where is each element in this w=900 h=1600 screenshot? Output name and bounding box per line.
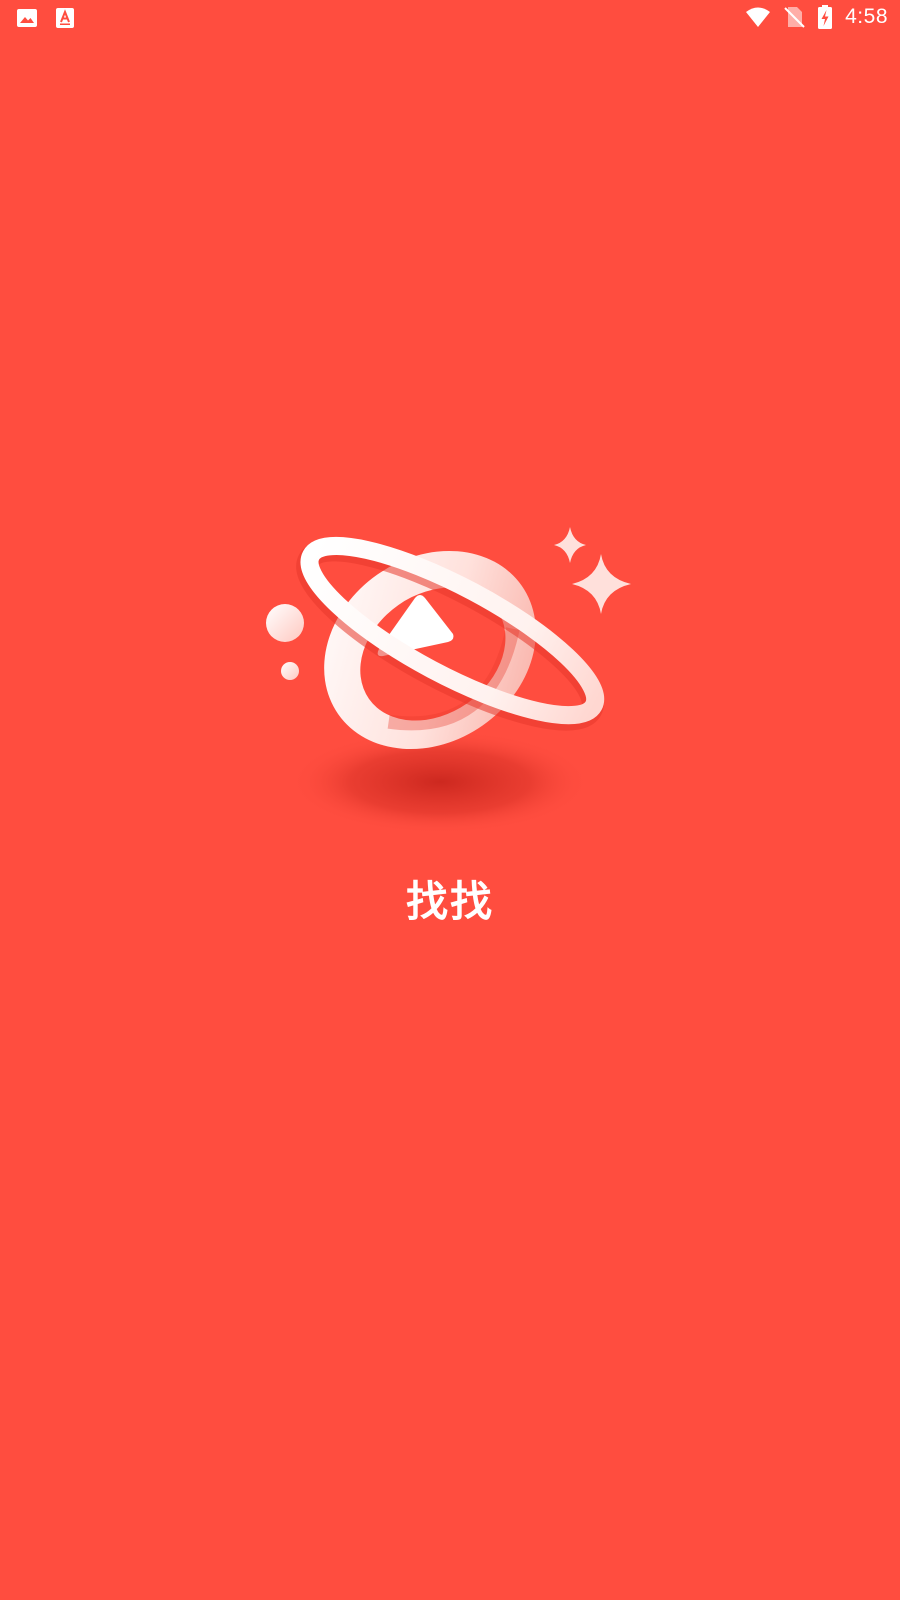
battery-charging-icon <box>818 5 833 29</box>
status-time: 4:58 <box>845 5 888 28</box>
app-logo <box>255 510 655 850</box>
status-bar: 4:58 <box>0 0 900 38</box>
app-name: 找找 <box>405 877 494 926</box>
splash-screen: 4:58 找找 <box>0 0 900 1600</box>
status-bar-system: 4:58 <box>745 5 888 29</box>
status-bar-notifications <box>16 7 76 29</box>
text-app-icon <box>56 8 74 28</box>
wifi-icon <box>746 7 771 27</box>
gallery-icon <box>17 9 37 27</box>
no-sim-icon <box>784 7 805 28</box>
planet-play-logo-icon <box>266 527 631 834</box>
